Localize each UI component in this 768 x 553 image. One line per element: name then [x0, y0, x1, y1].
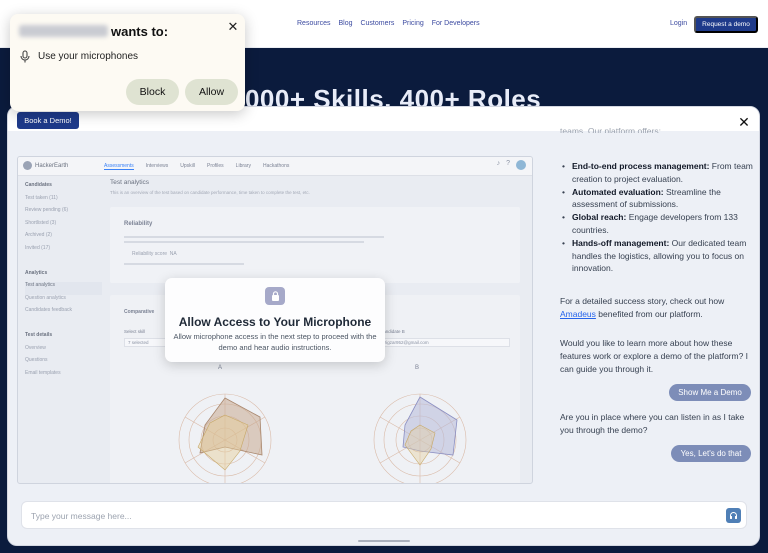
feature-title: Global reach: [572, 212, 627, 223]
listen-question: Are you in place where you can listen in… [560, 412, 745, 435]
demo-tab[interactable]: Upskill [180, 163, 195, 170]
demo-sidebar-section: Analytics [25, 269, 48, 276]
demo-sidebar-section: Test details [25, 332, 53, 338]
blurred-site-name [19, 25, 108, 37]
login-link[interactable]: Login [670, 20, 687, 27]
demo-sidebar-item[interactable]: Email templates [25, 370, 102, 383]
demo-sidebar-item[interactable]: Candidates feedback [25, 307, 102, 320]
demo-header-icons: ♪ ? [497, 160, 526, 170]
demo-sidebar-item[interactable]: Archived (2) [25, 232, 102, 245]
demo-header: HackerEarth Assessments Interviews Upskill… [18, 157, 532, 176]
feature-title: Hands-off management: [572, 237, 670, 248]
nav-links: Resources Blog Customers Pricing For Develop… [297, 20, 480, 27]
help-icon: ? [506, 160, 510, 167]
demo-sidebar-item [25, 257, 102, 270]
demo-sidebar-section: Candidates [25, 182, 52, 188]
candidate-b-select[interactable]: zigzar952@gmail.com [380, 338, 510, 347]
avatar [516, 160, 526, 170]
block-button[interactable]: Block [126, 79, 179, 105]
close-icon[interactable]: ✕ [224, 18, 242, 36]
demo-sidebar-item[interactable]: Shortlisted (3) [25, 220, 102, 233]
demo-sidebar-item[interactable]: Test taken (11) [25, 195, 102, 208]
select-label: Select skill [124, 329, 146, 334]
permission-row: Use your microphones [20, 50, 138, 63]
nav-link[interactable]: For Developers [432, 20, 480, 27]
demo-tab[interactable]: Interviews [146, 163, 169, 170]
demo-brand: HackerEarth [35, 162, 69, 169]
success-story-text: For a detailed success story, check out … [560, 296, 725, 319]
feature-item: Global reach: Engage developers from 133… [560, 211, 756, 237]
microphone-icon [20, 50, 30, 63]
demo-page-title: Test analytics [110, 179, 150, 186]
nav-link[interactable]: Pricing [402, 20, 423, 27]
demo-logo: HackerEarth [23, 161, 68, 170]
mic-dialog-title: Allow Access to Your Microphone [178, 315, 372, 329]
radar-b-label: B [415, 365, 420, 371]
comparative-title: Comparative [124, 309, 155, 315]
nav-link[interactable]: Customers [360, 20, 394, 27]
radar-chart-a [178, 393, 272, 483]
explore-question: Would you like to learn more about how t… [560, 338, 749, 374]
demo-sidebar-item[interactable]: Test analytics [25, 282, 102, 295]
message-input[interactable]: Type your message here... [21, 501, 747, 529]
show-demo-button[interactable]: Show Me a Demo [669, 384, 751, 401]
message-placeholder: Type your message here... [31, 511, 132, 521]
permission-text: Use your microphones [38, 51, 139, 62]
logo-icon [23, 161, 32, 170]
feature-item: Automated evaluation: Streamline the ass… [560, 186, 756, 212]
permission-title: wants to: [111, 24, 169, 39]
demo-tab[interactable]: Hackathons [263, 163, 289, 170]
feature-title: Automated evaluation: [572, 186, 664, 197]
text-line [124, 263, 244, 265]
demo-sidebar-item[interactable]: Questions [25, 357, 102, 370]
reliability-card: Reliability Reliability score NA [110, 207, 520, 283]
lock-icon [265, 287, 285, 305]
text-line [124, 236, 384, 238]
permission-popup: wants to: ✕ Use your microphones Block A… [10, 14, 245, 111]
reliability-score: Reliability score NA [132, 251, 177, 257]
nav-link[interactable]: Resources [297, 20, 330, 27]
radar-a-label: A [218, 365, 223, 371]
feature-list: End-to-end process management: From team… [560, 160, 756, 275]
amadeus-link[interactable]: Amadeus [560, 309, 596, 319]
demo-tab[interactable]: Assessments [104, 163, 134, 170]
reliability-title: Reliability [124, 221, 153, 227]
demo-sidebar-item[interactable]: Question analytics [25, 295, 102, 308]
text-line [124, 241, 364, 243]
page: Resources Blog Customers Pricing For Develop… [0, 0, 768, 553]
chat-cut-off-line: teams. Our platform offers: [560, 126, 661, 133]
allow-button[interactable]: Allow [185, 79, 238, 105]
demo-tab[interactable]: Profiles [207, 163, 224, 170]
book-demo-button[interactable]: Book a Demo! [17, 112, 79, 129]
feature-item: End-to-end process management: From team… [560, 160, 756, 186]
demo-tab[interactable]: Library [236, 163, 251, 170]
demo-sidebar-item [25, 320, 102, 333]
headphones-icon[interactable] [726, 508, 741, 523]
bell-icon: ♪ [496, 160, 501, 167]
mic-dialog-body: Allow microphone access in the next step… [173, 332, 377, 352]
radar-chart-b [373, 393, 467, 483]
demo-sidebar-item[interactable]: Invited (17) [25, 245, 102, 258]
resize-handle[interactable] [358, 540, 410, 542]
mic-access-dialog: Allow Access to Your Microphone Allow mi… [165, 278, 385, 362]
demo-tabs: Assessments Interviews Upskill Profiles Libr… [104, 163, 289, 170]
feature-item: Hands-off management: Our dedicated team… [560, 237, 756, 275]
chat-modal: Book a Demo! ✕ HackerEarth Assessments In… [7, 106, 760, 546]
yes-lets-do-that-button[interactable]: Yes, Let's do that [671, 445, 751, 462]
demo-sidebar-item[interactable]: Review pending (6) [25, 207, 102, 220]
nav-link[interactable]: Blog [338, 20, 352, 27]
feature-title: End-to-end process management: [572, 161, 710, 171]
demo-sidebar: Candidates Test taken (11) Review pending … [18, 176, 102, 483]
request-demo-button[interactable]: Request a demo [694, 16, 758, 33]
demo-page-desc: This is an overview of the test based on… [110, 190, 310, 195]
demo-sidebar-item[interactable]: Overview [25, 345, 102, 358]
